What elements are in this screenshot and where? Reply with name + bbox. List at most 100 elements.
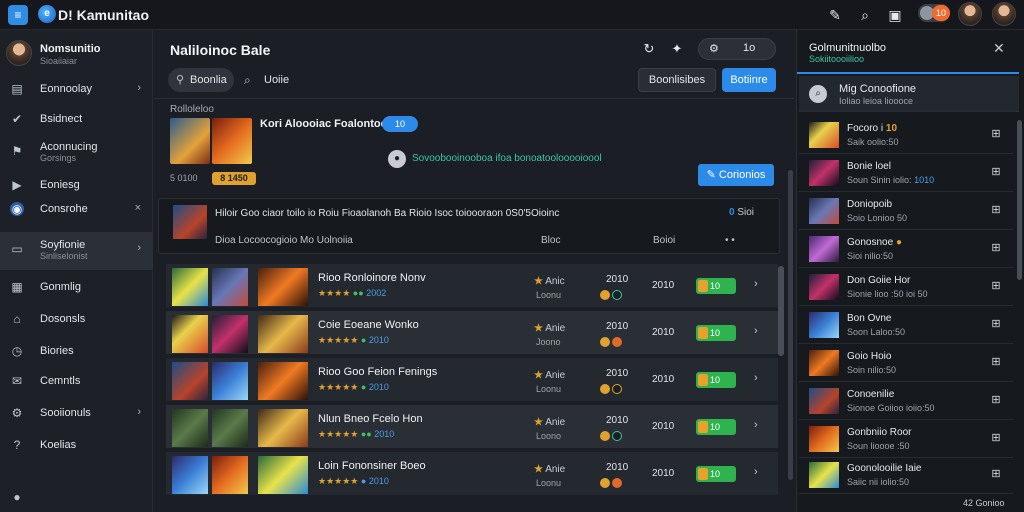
close-icon[interactable]: ✕ xyxy=(993,40,1005,57)
close-icon[interactable]: × xyxy=(135,202,141,214)
row-arrow-icon[interactable]: › xyxy=(754,419,758,431)
sidebar-item-cemntls[interactable]: ✉ Cemntls xyxy=(0,368,153,394)
primary-button[interactable]: Botiinre xyxy=(722,68,776,92)
row-badge[interactable]: 10 xyxy=(696,278,736,294)
sidebar-item-eoniesg[interactable]: ▶ Eoniesg xyxy=(0,172,153,198)
sidebar-item-gonmlig[interactable]: ▦ Gonmlig xyxy=(0,274,153,300)
featured-tag: 8 1450 xyxy=(212,172,256,185)
list-item[interactable]: Goonolooilie Iaie Saiic nii iolio:50 ⊞ xyxy=(799,456,1013,494)
avatar[interactable] xyxy=(958,2,982,26)
sidebar-item-sooiionuls[interactable]: ⚙ Sooiionuls › xyxy=(0,400,153,426)
row-badge[interactable]: 10 xyxy=(696,372,736,388)
row-title[interactable]: Rioo Goo Feion Fenings xyxy=(318,366,437,378)
list-item[interactable]: Bonie loel Soun Sinin iolio: 1010 ⊞ xyxy=(799,154,1013,192)
featured-title[interactable]: Kori Aloooiac Foalontoo xyxy=(260,118,387,130)
list-item[interactable]: Gonosnoe ● Sioi nilio:50 ⊞ xyxy=(799,230,1013,268)
row-badge[interactable]: 10 xyxy=(696,419,736,435)
info-thumbnail[interactable] xyxy=(173,205,207,239)
column-header[interactable]: Boioi xyxy=(653,235,675,246)
edit-icon[interactable]: ✎ xyxy=(826,6,844,24)
row-arrow-icon[interactable]: › xyxy=(754,278,758,290)
table-row[interactable]: Rioo Ronloinore Nonv ★★★★ ●● 2002 ★ Anic… xyxy=(166,264,778,309)
table-row[interactable]: Loin Fononsiner Boeo ★★★★★ ● 2010 ★ Anie… xyxy=(166,452,778,497)
featured-thumbnail[interactable] xyxy=(170,118,210,164)
list-item[interactable]: Focoro i 10 Saik oolio:50 ⊞ xyxy=(799,116,1013,154)
sidebar-item-biories[interactable]: ◷ Biories xyxy=(0,338,153,364)
row-arrow-icon[interactable]: › xyxy=(754,466,758,478)
row-title[interactable]: Coie Eoeane Wonko xyxy=(318,319,419,331)
row-year: 2010 xyxy=(652,280,675,291)
row-title[interactable]: Nlun Bneo Fcelo Hon xyxy=(318,413,423,425)
share-icon[interactable]: ⊞ xyxy=(989,242,1003,254)
search-button[interactable]: ⌕ Uoiie xyxy=(244,68,289,92)
item-title-highlight: 10 xyxy=(885,123,898,134)
table-row[interactable]: Coie Eoeane Wonko ★★★★★ ● 2010 ★ Anie Jo… xyxy=(166,311,778,356)
notice-text[interactable]: Sovoobooinooboa ifoa bonoatoolooooioool xyxy=(412,153,602,164)
panel-search[interactable]: ⌕ Mig Conoofione Ioliao leioa lioooce xyxy=(799,76,1019,112)
profile[interactable]: Nomsunitio Sioaiiaiar xyxy=(0,30,153,74)
list-item[interactable]: Don Goiie Hor Sionie lioo :50 ioi 50 ⊞ xyxy=(799,268,1013,306)
row-meta: 2010 xyxy=(368,382,389,392)
sidebar-item-soyfionie[interactable]: ▭ Soyfionie Sinliselonist › xyxy=(0,232,153,270)
share-icon[interactable]: ⊞ xyxy=(989,204,1003,216)
sidebar-item-dosonsls[interactable]: ⌂ Dosonsls xyxy=(0,306,153,332)
featured-thumbnail[interactable] xyxy=(212,118,252,164)
app-icon[interactable]: ≡ xyxy=(8,5,28,25)
share-icon[interactable]: ⊞ xyxy=(989,128,1003,140)
header-pill-count: 1o xyxy=(743,42,756,54)
sidebar-user-button[interactable]: ● xyxy=(0,484,153,510)
table-row[interactable]: Rioo Goo Feion Fenings ★★★★★ ● 2010 ★ An… xyxy=(166,358,778,403)
item-title: Bonie loel xyxy=(847,161,891,172)
row-dot xyxy=(612,478,622,488)
puzzle-icon[interactable]: ✦ xyxy=(668,40,686,58)
share-icon[interactable]: ⊞ xyxy=(989,394,1003,406)
share-icon[interactable]: ⊞ xyxy=(989,468,1003,480)
sidebar-item-bsidnect[interactable]: ✔ Bsidnect xyxy=(0,106,153,132)
row-title[interactable]: Loin Fononsiner Boeo xyxy=(318,460,426,472)
sidebar-item-eonnoolay[interactable]: ▤ Eonnoolay › xyxy=(0,76,153,102)
panel-scrollbar[interactable] xyxy=(1017,120,1022,280)
secondary-button[interactable]: Boonlisibes xyxy=(638,68,716,92)
row-category: ★ Anie xyxy=(534,370,565,381)
list-item[interactable]: Conoenilie Sionoe Goiioo ioiio:50 ⊞ xyxy=(799,382,1013,420)
search-icon: ⌕ xyxy=(809,85,827,103)
share-icon[interactable]: ⊞ xyxy=(989,280,1003,292)
list-scrollbar[interactable] xyxy=(778,266,784,356)
row-dot xyxy=(600,384,610,394)
row-title[interactable]: Rioo Ronloinore Nonv xyxy=(318,272,426,284)
clipboard-icon: ▤ xyxy=(11,82,23,96)
list-item[interactable]: Gonbniio Roor Soun lioooe :50 ⊞ xyxy=(799,420,1013,458)
person-filter-button[interactable]: ⚲ Boonlia xyxy=(168,68,234,92)
refresh-icon[interactable]: ↻ xyxy=(640,40,658,58)
sidebar-item-koelias[interactable]: ? Koelias xyxy=(0,432,153,458)
row-badge[interactable]: 10 xyxy=(696,466,736,482)
share-icon[interactable]: ⊞ xyxy=(989,432,1003,444)
share-icon[interactable]: ⊞ xyxy=(989,356,1003,368)
cta-button[interactable]: ✎ Corionios xyxy=(698,164,774,186)
game-list: Rioo Ronloinore Nonv ★★★★ ●● 2002 ★ Anic… xyxy=(166,264,778,497)
list-item[interactable]: Bon Ovne Soon Laloo:50 ⊞ xyxy=(799,306,1013,344)
row-arrow-icon[interactable]: › xyxy=(754,372,758,384)
column-header[interactable]: • • xyxy=(725,235,735,246)
row-thumbnail xyxy=(258,315,308,353)
row-status-dot: ● xyxy=(358,288,364,298)
sidebar-item-aconnucing[interactable]: ⚑ Aconnucing Gorsings xyxy=(0,134,153,172)
search-icon[interactable]: ⌕ xyxy=(856,6,874,24)
sidebar-item-consrohe[interactable]: ◉ Consrohe × xyxy=(0,196,153,222)
gift-icon[interactable]: ▣ xyxy=(886,6,904,24)
header-pill[interactable]: ⚙ 1o xyxy=(698,38,776,60)
column-header[interactable]: Bloc xyxy=(541,235,560,246)
share-icon[interactable]: ⊞ xyxy=(989,166,1003,178)
row-badge[interactable]: 10 xyxy=(696,325,736,341)
avatar-secondary[interactable] xyxy=(992,2,1016,26)
main-scrollbar[interactable] xyxy=(788,170,793,480)
table-row[interactable]: Nlun Bneo Fcelo Hon ★★★★★ ●● 2010 ★ Anie… xyxy=(166,405,778,450)
row-dot xyxy=(600,478,610,488)
featured-chip[interactable]: 10 xyxy=(382,116,418,132)
list-item[interactable]: Doniopoib Soio Lonioo 50 ⊞ xyxy=(799,192,1013,230)
list-item[interactable]: Goio Hoio Soin nilio:50 ⊞ xyxy=(799,344,1013,382)
notification-toggle[interactable]: 10 xyxy=(918,4,950,22)
row-arrow-icon[interactable]: › xyxy=(754,325,758,337)
share-icon[interactable]: ⊞ xyxy=(989,318,1003,330)
app-title: D! Kamunitao xyxy=(58,7,149,23)
